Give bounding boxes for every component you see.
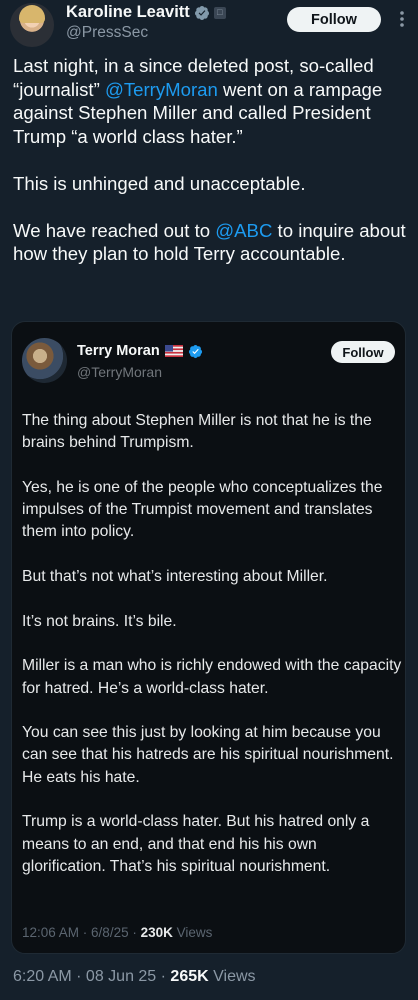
quoted-avatar[interactable] <box>22 338 67 383</box>
post-views-count: 265K <box>170 968 209 985</box>
quoted-post-text: The thing about Stephen Miller is not th… <box>22 410 402 878</box>
post-meta: 6:20 AM · 08 Jun 25 · 265K Views <box>13 968 256 985</box>
quoted-paragraph: Yes, he is one of the people who concept… <box>22 478 383 541</box>
quoted-follow-button[interactable]: Follow <box>331 341 395 363</box>
more-options-icon[interactable] <box>393 10 411 28</box>
follow-button[interactable]: Follow <box>287 7 381 32</box>
quoted-paragraph: But that’s not what’s interesting about … <box>22 568 328 586</box>
post-paragraph: This is unhinged and unacceptable. <box>13 172 306 194</box>
quoted-paragraph: Miller is a man who is richly endowed wi… <box>22 657 402 697</box>
post-timestamp[interactable]: 6:20 AM <box>13 968 72 985</box>
quoted-paragraph: The thing about Stephen Miller is not th… <box>22 412 372 452</box>
post-paragraph: Last night, in a since deleted post, so-… <box>13 55 383 147</box>
mention-link[interactable]: @TerryMoran <box>105 79 218 100</box>
quoted-post-meta: 12:06 AM · 6/8/25 · 230K Views <box>22 925 213 940</box>
post-header: Karoline Leavitt □ @PressSec Follow <box>0 0 418 50</box>
quoted-paragraph: You can see this just by looking at him … <box>22 724 394 786</box>
quoted-paragraph: Trump is a world-class hater. But his ha… <box>22 813 370 875</box>
verified-badge-icon <box>188 344 202 358</box>
verified-badge-icon <box>194 5 209 20</box>
quoted-date[interactable]: 6/8/25 <box>91 925 129 940</box>
quoted-views-count: 230K <box>140 925 173 940</box>
quoted-author-display-name[interactable]: Terry Moran <box>77 343 160 359</box>
post-date[interactable]: 08 Jun 25 <box>86 968 156 985</box>
post-paragraph: We have reached out to @ABC to inquire a… <box>13 219 406 265</box>
post-views-label: Views <box>213 968 256 985</box>
us-flag-icon <box>164 345 183 357</box>
author-handle[interactable]: @PressSec <box>66 24 148 42</box>
quoted-author-handle[interactable]: @TerryMoran <box>77 364 162 380</box>
quoted-author-name-row: Terry Moran <box>77 343 203 359</box>
government-badge-icon: □ <box>213 6 226 19</box>
mention-link[interactable]: @ABC <box>215 220 272 241</box>
quoted-views-label: Views <box>176 925 213 940</box>
author-display-name[interactable]: Karoline Leavitt <box>66 3 190 22</box>
quoted-timestamp[interactable]: 12:06 AM <box>22 925 79 940</box>
post-text: Last night, in a since deleted post, so-… <box>13 54 411 266</box>
quoted-paragraph: It’s not brains. It’s bile. <box>22 612 177 630</box>
author-name-row: Karoline Leavitt □ <box>66 3 226 22</box>
quoted-post-card[interactable]: Terry Moran @TerryMoran Follow The thing… <box>11 321 406 954</box>
avatar[interactable] <box>10 3 54 47</box>
